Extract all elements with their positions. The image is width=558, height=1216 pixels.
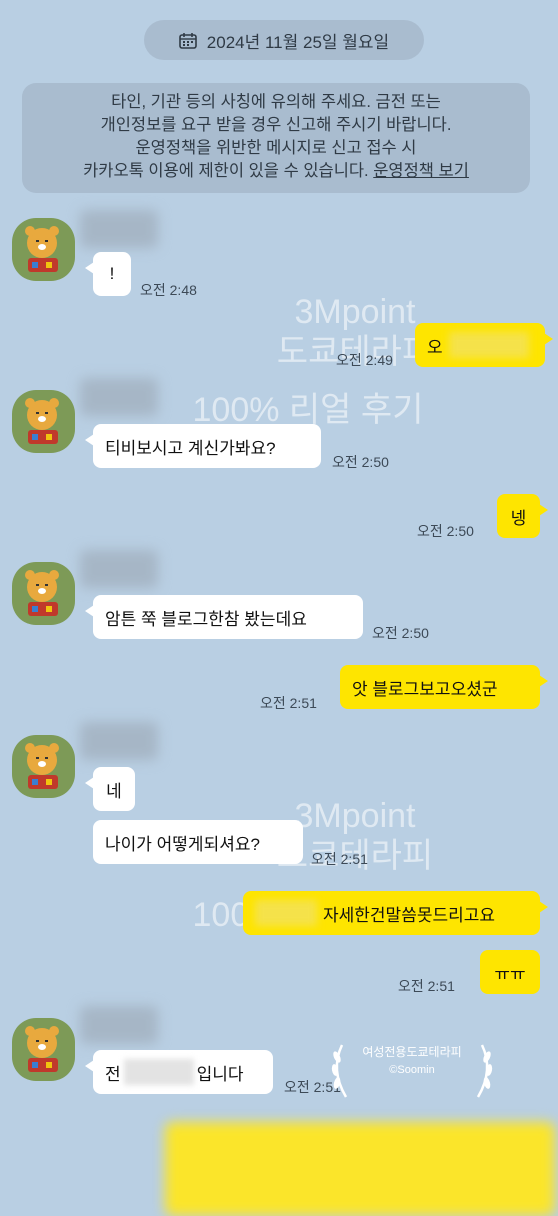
message-text: ! bbox=[109, 264, 115, 283]
message-text: 네 bbox=[106, 781, 122, 801]
message-bubble[interactable]: ! bbox=[85, 252, 131, 296]
message-text: 전 bbox=[105, 1064, 121, 1084]
ryan-avatar-icon bbox=[25, 1026, 59, 1072]
date-text: 2024년 11월 25일 월요일 bbox=[206, 32, 390, 52]
notice-line-text: 카카오톡 이용에 제한이 있을 수 있습니다. bbox=[83, 162, 369, 180]
message-bubble[interactable]: 넹 bbox=[497, 494, 548, 538]
message-text: 오 bbox=[427, 337, 443, 357]
message-time: 오전 2:48 bbox=[140, 282, 197, 298]
avatar[interactable] bbox=[12, 218, 75, 281]
message-time: 오전 2:51 bbox=[260, 695, 317, 711]
ryan-avatar-icon bbox=[25, 570, 59, 616]
message-time: 오전 2:50 bbox=[332, 454, 389, 470]
sender-name-blurred bbox=[80, 378, 158, 416]
avatar[interactable] bbox=[12, 390, 75, 453]
message-time: 오전 2:50 bbox=[417, 523, 474, 539]
message-bubble[interactable]: 암튼 쭉 블로그한참 봤는데요 bbox=[85, 595, 363, 639]
policy-link[interactable]: 운영정책 보기 bbox=[373, 162, 469, 180]
message-text: ㅠㅠ bbox=[494, 964, 526, 984]
ryan-avatar-icon bbox=[25, 398, 59, 444]
message-text: 나이가 어떻게되셔요? bbox=[105, 834, 260, 854]
redacted-message bbox=[165, 1122, 555, 1216]
message-bubble[interactable]: 티비보시고 계신가봐요? bbox=[85, 424, 321, 468]
ryan-avatar-icon bbox=[25, 226, 59, 272]
sender-name-blurred bbox=[80, 722, 158, 760]
avatar[interactable] bbox=[12, 1018, 75, 1081]
message-bubble[interactable]: 네 bbox=[85, 767, 135, 811]
message-bubble[interactable]: 나이가 어떻게되셔요? bbox=[93, 820, 303, 864]
sender-name-blurred bbox=[80, 550, 158, 588]
message-bubble[interactable]: ㅠㅠ bbox=[480, 950, 540, 994]
message-text: 앗 블로그보고오셨군 bbox=[352, 679, 498, 699]
calendar-icon bbox=[178, 32, 197, 49]
message-time: 오전 2:50 bbox=[372, 625, 429, 641]
message-bubble[interactable]: 자세한건말씀못드리고요 bbox=[243, 891, 548, 935]
ryan-avatar-icon bbox=[25, 743, 59, 789]
message-time: 오전 2:51 bbox=[311, 851, 368, 867]
notice-line: 운영정책을 위반한 메시지로 신고 접수 시 bbox=[135, 139, 417, 157]
sender-name-blurred bbox=[80, 210, 158, 248]
redacted-text bbox=[255, 900, 317, 926]
notice-line: 카카오톡 이용에 제한이 있을 수 있습니다. 운영정책 보기 bbox=[22, 160, 530, 183]
message-bubble[interactable]: 오 bbox=[415, 323, 553, 367]
avatar[interactable] bbox=[12, 735, 75, 798]
redacted-text bbox=[448, 332, 529, 358]
message-time: 오전 2:49 bbox=[336, 352, 393, 368]
message-bubble[interactable]: 전 입니다 bbox=[85, 1050, 273, 1094]
notice-line: 개인정보를 요구 받을 경우 신고해 주시기 바랍니다. bbox=[100, 116, 452, 134]
safety-notice: 타인, 기관 등의 사칭에 유의해 주세요. 금전 또는 개인정보를 요구 받을… bbox=[22, 83, 530, 193]
date-divider: 2024년 11월 25일 월요일 bbox=[144, 20, 424, 60]
laurel-icon bbox=[331, 1044, 493, 1098]
message-text: 자세한건말씀못드리고요 bbox=[323, 905, 496, 925]
avatar[interactable] bbox=[12, 562, 75, 625]
redacted-text bbox=[123, 1059, 194, 1085]
message-text: 티비보시고 계신가봐요? bbox=[105, 438, 276, 458]
message-text: 입니다 bbox=[196, 1064, 244, 1084]
sender-name-blurred bbox=[80, 1006, 158, 1044]
message-text: 넹 bbox=[510, 508, 527, 528]
message-text: 암튼 쭉 블로그한참 봤는데요 bbox=[105, 609, 307, 629]
message-time: 오전 2:51 bbox=[398, 978, 455, 994]
watermark-badge: 여성전용도쿄테라피 ©Soomin bbox=[328, 1035, 496, 1105]
notice-line: 타인, 기관 등의 사칭에 유의해 주세요. 금전 또는 bbox=[111, 93, 441, 111]
message-bubble[interactable]: 앗 블로그보고오셨군 bbox=[340, 665, 548, 709]
